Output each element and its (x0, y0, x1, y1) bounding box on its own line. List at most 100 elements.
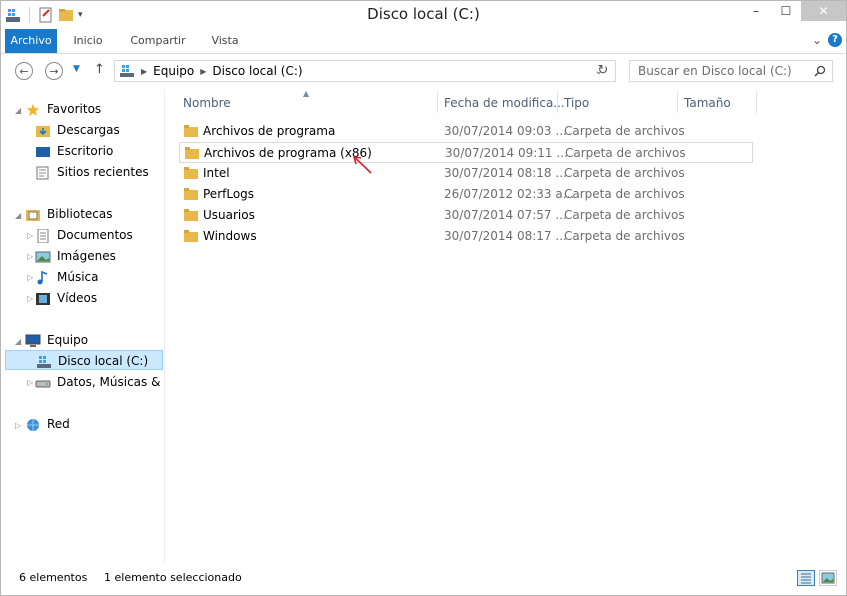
column-header-date[interactable]: Fecha de modifica... (444, 93, 565, 113)
breadcrumb-separator[interactable]: ▶ (141, 67, 147, 76)
search-placeholder: Buscar en Disco local (C:) (638, 64, 792, 78)
expand-icon[interactable]: ▷ (27, 294, 33, 303)
nav-favoritos[interactable]: Favoritos (25, 99, 101, 119)
nav-disco-local[interactable]: Disco local (C:) (5, 350, 163, 370)
file-date: 26/07/2012 02:33 a... (444, 187, 575, 201)
up-button[interactable]: ↑ (94, 62, 105, 77)
navigation-pane: ◢ Favoritos Descargas Escritorio Sitios … (1, 89, 165, 563)
tab-inicio[interactable]: Inicio (63, 29, 113, 53)
nav-escritorio[interactable]: Escritorio (35, 141, 113, 161)
file-row-selected[interactable]: Archivos de programa (x86) 30/07/2014 09… (179, 142, 753, 163)
nav-sitios-recientes[interactable]: Sitios recientes (35, 162, 149, 182)
nav-documentos[interactable]: Documentos (35, 225, 133, 245)
minimize-button[interactable]: – (741, 1, 771, 21)
tab-compartir[interactable]: Compartir (119, 29, 197, 53)
music-icon (37, 270, 48, 284)
forward-button[interactable]: → (45, 62, 63, 80)
file-row[interactable]: Intel 30/07/2014 08:18 ... Carpeta de ar… (179, 163, 753, 184)
file-row[interactable]: Archivos de programa 30/07/2014 09:03 ..… (179, 121, 753, 142)
downloads-folder-icon (36, 125, 50, 137)
file-row[interactable]: Windows 30/07/2014 08:17 ... Carpeta de … (179, 226, 753, 247)
videos-icon (36, 292, 50, 305)
ribbon-right: ⌄ ? (812, 33, 842, 47)
nav-descargas[interactable]: Descargas (35, 120, 120, 140)
nav-label: Disco local (C:) (58, 354, 149, 368)
nav-musica[interactable]: Música (35, 267, 99, 287)
file-type: Carpeta de archivos (564, 124, 685, 138)
column-divider[interactable] (756, 91, 757, 113)
file-date: 30/07/2014 08:18 ... (444, 166, 567, 180)
close-button[interactable]: ✕ (801, 1, 846, 21)
file-row[interactable]: Usuarios 30/07/2014 07:57 ... Carpeta de… (179, 205, 753, 226)
nav-label: Música (57, 270, 99, 284)
refresh-button[interactable]: ↻ (594, 62, 612, 80)
tab-archivo[interactable]: Archivo (5, 29, 57, 53)
address-bar[interactable]: ▶ Equipo ▶ Disco local (C:) ⌄ (114, 60, 616, 82)
file-name: Archivos de programa (203, 124, 336, 138)
column-divider[interactable] (557, 91, 558, 113)
nav-label: Sitios recientes (57, 165, 149, 179)
nav-label: Imágenes (57, 249, 116, 263)
star-icon (26, 103, 40, 116)
folder-icon (184, 188, 198, 200)
file-row[interactable]: PerfLogs 26/07/2012 02:33 a... Carpeta d… (179, 184, 753, 205)
large-icons-view-button[interactable] (819, 570, 837, 586)
expand-ribbon-icon[interactable]: ⌄ (812, 33, 822, 47)
tab-vista[interactable]: Vista (201, 29, 249, 53)
file-date: 30/07/2014 08:17 ... (444, 229, 567, 243)
file-type: Carpeta de archivos (564, 208, 685, 222)
file-type: Carpeta de archivos (564, 187, 685, 201)
recent-places-icon (36, 166, 49, 179)
nav-red[interactable]: Red (25, 414, 70, 434)
back-button[interactable]: ← (15, 62, 33, 80)
collapse-icon[interactable]: ◢ (15, 211, 21, 220)
arrow-right-icon: → (49, 64, 59, 78)
search-icon[interactable] (814, 65, 826, 77)
collapse-icon[interactable]: ◢ (15, 106, 21, 115)
expand-icon[interactable]: ▷ (27, 231, 33, 240)
help-icon[interactable]: ? (828, 33, 842, 47)
expand-icon[interactable]: ▷ (15, 421, 21, 430)
window-title: Disco local (C:) (367, 5, 480, 23)
nav-bibliotecas[interactable]: Bibliotecas (25, 204, 112, 224)
sort-ascending-icon: ▲ (303, 89, 310, 98)
recent-locations-icon[interactable]: ▼ (73, 64, 80, 74)
status-bar: 6 elementos 1 elemento seleccionado (1, 567, 846, 595)
details-view-button[interactable] (797, 570, 815, 586)
nav-datos-drive[interactable]: Datos, Músicas & Vi (35, 372, 163, 392)
column-divider[interactable] (677, 91, 678, 113)
breadcrumb-separator[interactable]: ▶ (200, 67, 206, 76)
drive-icon (37, 355, 51, 368)
ribbon-tabs: Archivo Inicio Compartir Vista ⌄ ? (1, 29, 846, 54)
maximize-button[interactable]: ☐ (771, 1, 801, 21)
folder-icon (184, 167, 198, 179)
file-name: Usuarios (203, 208, 255, 222)
nav-videos[interactable]: Vídeos (35, 288, 97, 308)
column-header-size[interactable]: Tamaño (684, 93, 731, 113)
nav-label: Equipo (47, 333, 89, 347)
expand-icon[interactable]: ▷ (27, 378, 33, 387)
search-input[interactable]: Buscar en Disco local (C:) (629, 60, 833, 82)
expand-icon[interactable]: ▷ (27, 273, 33, 282)
folder-icon (184, 209, 198, 221)
column-header-type[interactable]: Tipo (564, 93, 589, 113)
nav-label: Datos, Músicas & Vi (57, 375, 163, 389)
file-name: PerfLogs (203, 187, 255, 201)
file-date: 30/07/2014 09:11 ... (445, 146, 568, 160)
documents-icon (37, 228, 49, 243)
file-type: Carpeta de archivos (564, 229, 685, 243)
breadcrumb-equipo[interactable]: Equipo (153, 64, 194, 78)
file-date: 30/07/2014 07:57 ... (444, 208, 567, 222)
window-controls: – ☐ ✕ (741, 1, 846, 21)
folder-icon (184, 230, 198, 242)
breadcrumb-disco-local[interactable]: Disco local (C:) (212, 64, 302, 78)
column-header-name[interactable]: Nombre (183, 93, 231, 113)
pictures-icon (35, 251, 51, 262)
expand-icon[interactable]: ▷ (27, 252, 33, 261)
column-divider[interactable] (437, 91, 438, 113)
nav-equipo[interactable]: Equipo (25, 330, 88, 350)
file-date: 30/07/2014 09:03 ... (444, 124, 567, 138)
collapse-icon[interactable]: ◢ (15, 337, 21, 346)
file-name: Archivos de programa (x86) (204, 146, 372, 160)
nav-imagenes[interactable]: Imágenes (35, 246, 116, 266)
